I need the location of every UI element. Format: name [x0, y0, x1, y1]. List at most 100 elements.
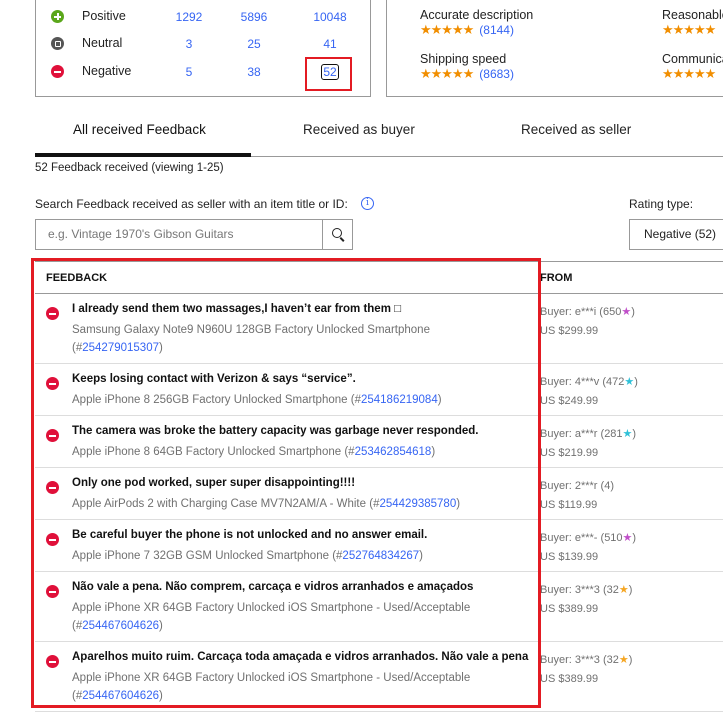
negative-icon	[51, 65, 64, 78]
feedback-star-icon: ★	[618, 584, 629, 596]
table-header: FEEDBACK FROM	[35, 261, 723, 295]
column-header-feedback: FEEDBACK	[46, 272, 108, 284]
from-cell: Buyer: 4***v (472★) US $249.99	[540, 373, 638, 411]
item-title: Apple iPhone XR 64GB Factory Unlocked iO…	[72, 672, 471, 684]
table-row: I already send them two massages,I haven…	[35, 294, 723, 364]
neutral-icon	[51, 37, 64, 50]
feedback-comment: The camera was broke the battery capacit…	[72, 425, 479, 437]
buyer-info: Buyer: 4***v (472★)	[540, 376, 638, 388]
buyer-info: Buyer: 2***r (4)	[540, 480, 614, 492]
dsr-label: Accurate description	[420, 8, 534, 22]
rating-value-link[interactable]: 5896	[229, 10, 279, 24]
search-label: Search Feedback received as seller with …	[35, 197, 348, 211]
feedback-star-icon: ★	[622, 428, 633, 440]
item-description: Apple iPhone 7 32GB GSM Unlocked Smartph…	[72, 550, 424, 562]
from-cell: Buyer: 3***3 (32★) US $389.99	[540, 651, 632, 689]
buyer-name: Buyer: 3***3 (32	[540, 584, 619, 596]
search-button[interactable]	[322, 219, 353, 250]
tab-all-received-feedback[interactable]: All received Feedback	[73, 122, 206, 137]
table-row: Only one pod worked, super super disappo…	[35, 468, 723, 520]
rating-value-link[interactable]: 25	[229, 37, 279, 51]
info-icon[interactable]: i	[361, 197, 374, 210]
dsr-label: Communica	[662, 52, 723, 66]
item-price: US $219.99	[540, 447, 599, 459]
item-id-link[interactable]: 254467604626	[82, 690, 159, 702]
item-price: US $249.99	[540, 395, 599, 407]
buyer-name: Buyer: e***- (510	[540, 532, 623, 544]
item-id-link[interactable]: 252764834267	[342, 550, 419, 562]
highlight-box	[305, 57, 352, 91]
from-cell: Buyer: 2***r (4) US $119.99	[540, 477, 614, 515]
buyer-info: Buyer: a***r (281★)	[540, 428, 637, 440]
item-id-link[interactable]: 253462854618	[355, 446, 432, 458]
item-id-link[interactable]: 254429385780	[379, 498, 456, 510]
item-title: Apple AirPods 2 with Charging Case MV7N2…	[72, 498, 367, 510]
detailed-seller-ratings-panel: Accurate description ★★★★★ (8144) Reasona…	[386, 0, 723, 97]
rating-value-link[interactable]: 38	[229, 65, 279, 79]
star-rating-icon: ★★★★★	[662, 22, 716, 37]
feedback-star-icon: ★	[618, 654, 629, 666]
buyer-name: Buyer: 2***r (4	[540, 480, 611, 492]
dsr-count-link[interactable]: (8683)	[479, 67, 514, 81]
item-description: Apple iPhone 8 256GB Factory Unlocked Sm…	[72, 394, 442, 406]
rating-label: Negative	[82, 64, 132, 78]
feedback-star-icon: ★	[624, 376, 635, 388]
table-row: Keeps losing contact with Verizon & says…	[35, 364, 723, 416]
from-cell: Buyer: e***i (650★) US $299.99	[540, 303, 635, 341]
item-description: Apple iPhone 8 64GB Factory Unlocked Sma…	[72, 446, 436, 458]
tab-received-as-buyer[interactable]: Received as buyer	[303, 122, 415, 137]
dsr-label: Shipping speed	[420, 52, 507, 66]
rating-value-link[interactable]: 41	[305, 37, 355, 51]
dsr-label: Reasonable	[662, 8, 723, 22]
feedback-count-text: 52 Feedback received (viewing 1-25)	[35, 162, 224, 174]
item-id-link[interactable]: 254467604626	[82, 620, 159, 632]
item-title: Apple iPhone 8 64GB Factory Unlocked Sma…	[72, 446, 342, 458]
negative-icon	[46, 655, 59, 668]
positive-icon	[51, 10, 64, 23]
from-cell: Buyer: e***- (510★) US $139.99	[540, 529, 636, 567]
item-id-link[interactable]: 254186219084	[361, 394, 438, 406]
feedback-star-icon: ★	[621, 306, 632, 318]
dsr-count-link[interactable]: (8144)	[479, 23, 514, 37]
feedback-comment: Only one pod worked, super super disappo…	[72, 477, 356, 489]
item-description: Apple iPhone XR 64GB Factory Unlocked iO…	[72, 602, 471, 632]
buyer-name: Buyer: e***i (650	[540, 306, 622, 318]
item-description: Apple iPhone XR 64GB Factory Unlocked iO…	[72, 672, 471, 702]
buyer-info: Buyer: e***i (650★)	[540, 306, 635, 318]
item-price: US $139.99	[540, 551, 599, 563]
rating-value-link[interactable]: 1292	[164, 10, 214, 24]
negative-icon	[46, 307, 59, 320]
item-title: Apple iPhone 8 256GB Factory Unlocked Sm…	[72, 394, 348, 406]
rating-row-positive: Positive 1292 5896 10048	[36, 7, 372, 27]
table-row: Não vale a pena. Não comprem, carcaça e …	[35, 572, 723, 642]
active-tab-indicator	[35, 153, 251, 157]
star-rating-icon: ★★★★★	[662, 66, 716, 81]
rating-value-link[interactable]: 5	[164, 65, 214, 79]
rating-value-link[interactable]: 10048	[305, 10, 355, 24]
buyer-name: Buyer: a***r (281	[540, 428, 623, 440]
dsr-accurate-description: Accurate description ★★★★★ (8144)	[420, 8, 533, 38]
item-title: Apple iPhone 7 32GB GSM Unlocked Smartph…	[72, 550, 329, 562]
feedback-comment: Be careful buyer the phone is not unlock…	[72, 529, 428, 541]
star-rating-icon: ★★★★★	[420, 66, 474, 81]
item-price: US $389.99	[540, 673, 599, 685]
search-input[interactable]: e.g. Vintage 1970's Gibson Guitars	[35, 219, 323, 250]
tab-received-as-seller[interactable]: Received as seller	[521, 122, 631, 137]
item-description: Apple AirPods 2 with Charging Case MV7N2…	[72, 498, 461, 510]
buyer-name: Buyer: 3***3 (32	[540, 654, 619, 666]
negative-icon	[46, 429, 59, 442]
negative-icon	[46, 377, 59, 390]
item-price: US $119.99	[540, 499, 598, 511]
table-row: Aparelhos muito ruim. Carcaça toda amaça…	[35, 642, 723, 712]
rating-value-link[interactable]: 3	[164, 37, 214, 51]
table-row: The camera was broke the battery capacit…	[35, 416, 723, 468]
column-header-from: FROM	[540, 272, 573, 284]
dsr-shipping-speed: Shipping speed ★★★★★ (8683)	[420, 52, 514, 82]
feedback-tabs: All received Feedback Received as buyer …	[35, 112, 723, 157]
feedback-comment: Não vale a pena. Não comprem, carcaça e …	[72, 581, 474, 593]
from-cell: Buyer: a***r (281★) US $219.99	[540, 425, 636, 463]
rating-type-select[interactable]: Negative (52)	[629, 219, 723, 250]
buyer-name: Buyer: 4***v (472	[540, 376, 625, 388]
item-id-link[interactable]: 254279015307	[82, 342, 159, 354]
item-description: Samsung Galaxy Note9 N960U 128GB Factory…	[72, 324, 430, 354]
